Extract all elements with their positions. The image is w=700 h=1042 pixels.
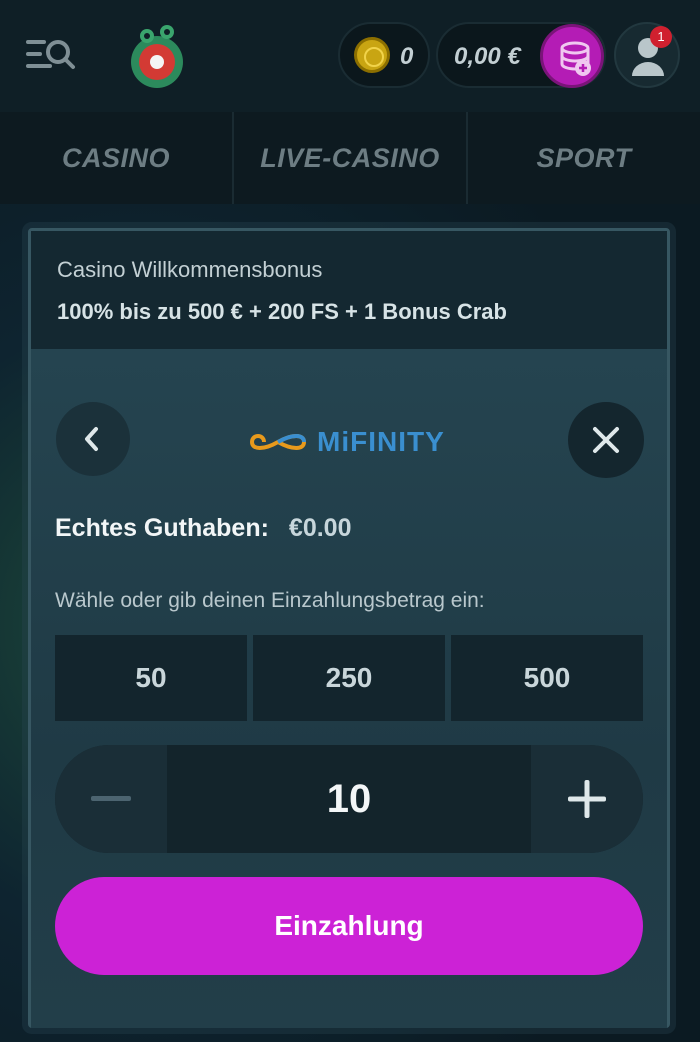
main-nav: CASINO LIVE-CASINO SPORT	[0, 112, 700, 204]
search-menu-icon[interactable]	[22, 36, 78, 76]
increase-button[interactable]	[531, 745, 643, 853]
coins-pill[interactable]: 0	[338, 22, 430, 88]
top-bar: 0 0,00 € 1	[0, 0, 700, 112]
coin-stack-icon[interactable]	[540, 24, 604, 88]
chevron-left-icon	[85, 427, 98, 451]
amount-input[interactable]: 10	[167, 745, 531, 853]
close-icon	[593, 427, 619, 453]
decrease-button[interactable]	[55, 745, 167, 853]
coins-value: 0	[400, 43, 414, 70]
balance-value: 0,00 €	[454, 43, 521, 70]
deposit-modal: Casino Willkommensbonus 100% bis zu 500 …	[28, 228, 670, 1028]
infinity-icon	[249, 434, 307, 450]
amount-stepper: 10	[55, 745, 643, 853]
real-balance-value: €0.00	[288, 514, 352, 542]
crab-logo[interactable]	[124, 22, 190, 92]
real-balance: Echtes Guthaben: €0.00	[55, 514, 351, 543]
plus-icon	[568, 780, 606, 818]
provider-name: MiFINITY	[317, 426, 445, 457]
tab-sport[interactable]: SPORT	[468, 112, 700, 204]
back-button[interactable]	[56, 402, 130, 476]
preset-250-button[interactable]: 250	[253, 635, 445, 721]
minus-icon	[91, 796, 131, 801]
real-balance-label: Echtes Guthaben:	[55, 514, 269, 542]
preset-amounts: 50 250 500	[55, 635, 643, 721]
modal-body: MiFINITY Echtes Guthaben: €0.00 Wähle ode…	[31, 349, 667, 1028]
deposit-button[interactable]: Einzahlung	[55, 877, 643, 975]
amount-prompt: Wähle oder gib deinen Einzahlungsbetrag …	[55, 589, 485, 612]
page: 0 0,00 € 1 CASINO LIVE-CASINO SPORT Casi…	[0, 0, 700, 1042]
preset-500-button[interactable]: 500	[451, 635, 643, 721]
provider-logo: MiFINITY	[249, 422, 445, 462]
close-button[interactable]	[568, 402, 644, 478]
tab-casino[interactable]: CASINO	[0, 112, 234, 204]
notification-badge: 1	[650, 26, 672, 48]
tab-live-casino[interactable]: LIVE-CASINO	[234, 112, 468, 204]
bonus-offer: 100% bis zu 500 € + 200 FS + 1 Bonus Cra…	[57, 299, 507, 324]
bonus-header: Casino Willkommensbonus 100% bis zu 500 …	[31, 231, 667, 349]
coin-icon	[354, 37, 390, 73]
bonus-title: Casino Willkommensbonus	[57, 257, 323, 282]
preset-50-button[interactable]: 50	[55, 635, 247, 721]
